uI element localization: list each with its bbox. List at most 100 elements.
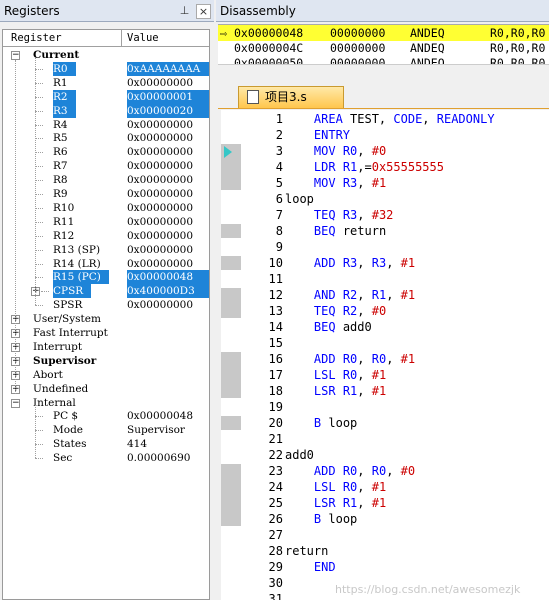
pin-icon[interactable]: ⊥ <box>178 4 191 17</box>
register-value: 0xAAAAAAAA <box>127 61 209 76</box>
code-line[interactable]: AREA TEST, CODE, READONLY <box>285 112 495 126</box>
disassembly-row[interactable]: 0x0000004C 00000000 ANDEQ R0,R0,R0 <box>218 40 549 56</box>
group-fast-interrupt[interactable]: Fast Interrupt + <box>3 326 209 340</box>
register-value: 0.00000690 <box>127 452 191 465</box>
line-number: 27 <box>268 528 283 542</box>
group-interrupt[interactable]: Interrupt + <box>3 340 209 354</box>
group-internal[interactable]: Internal − <box>3 396 209 410</box>
line-number: 20 <box>268 416 283 430</box>
tree-connector <box>35 180 43 182</box>
register-row[interactable]: SPSR 0x00000000 <box>3 298 209 312</box>
line-number: 28 <box>268 544 283 558</box>
expand-icon[interactable]: − <box>11 51 20 60</box>
group-current[interactable]: Current − <box>3 48 209 62</box>
column-register[interactable]: Register <box>11 30 62 46</box>
code-line[interactable]: ADD R0, R0, #0 <box>285 464 415 478</box>
register-row[interactable]: R4 0x00000000 <box>3 118 209 132</box>
breakpoint-gutter[interactable] <box>221 464 241 526</box>
tree-connector <box>35 152 43 154</box>
disassembly-addr: 0x00000048 <box>234 26 304 40</box>
code-line[interactable]: AND R2, R1, #1 <box>285 288 415 302</box>
code-line[interactable]: TEQ R2, #0 <box>285 304 386 318</box>
code-line[interactable]: MOV R3, #1 <box>285 176 386 190</box>
group-supervisor[interactable]: Supervisor + <box>3 354 209 368</box>
disassembly-scrollbar[interactable] <box>218 64 549 77</box>
disassembly-view[interactable]: ⇨ 0x00000048 00000000 ANDEQ R0,R0,R0 0x000000… <box>218 24 549 65</box>
column-value[interactable]: Value <box>127 30 159 46</box>
group-abort[interactable]: Abort + <box>3 368 209 382</box>
register-row[interactable]: R0 0xAAAAAAAA <box>3 61 209 76</box>
breakpoint-gutter[interactable] <box>221 224 241 238</box>
code-line[interactable]: TEQ R3, #32 <box>285 208 394 222</box>
register-row[interactable]: R5 0x00000000 <box>3 131 209 145</box>
breakpoint-gutter[interactable] <box>221 256 241 270</box>
expand-icon[interactable]: − <box>11 398 20 408</box>
group-user-system[interactable]: User/System + <box>3 312 209 326</box>
line-number: 19 <box>268 400 283 414</box>
code-line[interactable]: MOV R0, #0 <box>285 144 386 158</box>
register-row[interactable]: R8 0x00000000 <box>3 173 209 187</box>
tree-connector <box>35 249 43 251</box>
code-editor[interactable]: 1 AREA TEST, CODE, READONLY 2 ENTRY 3 MOV … <box>221 110 549 600</box>
line-number: 24 <box>268 480 283 494</box>
register-row[interactable]: R9 0x00000000 <box>3 187 209 201</box>
register-row[interactable]: R15 (PC) 0x00000048 <box>3 270 209 285</box>
line-number: 23 <box>268 464 283 478</box>
registers-tree[interactable]: Register Value Current − R0 0xAAAAAAAA R1 0x0… <box>2 29 210 600</box>
register-row[interactable]: Mode Supervisor <box>3 423 209 437</box>
register-row[interactable]: R7 0x00000000 <box>3 159 209 173</box>
register-name: R3 <box>53 103 76 118</box>
register-value: 0x00000048 <box>127 410 194 423</box>
code-line[interactable]: loop <box>285 192 314 206</box>
code-line[interactable]: ENTRY <box>285 128 350 142</box>
tab-project3[interactable]: 项目3.s <box>238 86 344 108</box>
code-line[interactable]: LSR R1, #1 <box>285 384 386 398</box>
code-line[interactable]: LSL R0, #1 <box>285 480 386 494</box>
line-number: 13 <box>268 304 283 318</box>
code-line[interactable]: BEQ return <box>285 224 386 238</box>
register-name: R14 (LR) <box>53 257 101 270</box>
code-line[interactable]: LSL R0, #1 <box>285 368 386 382</box>
code-line[interactable]: ADD R3, R3, #1 <box>285 256 415 270</box>
disassembly-addr: 0x0000004C <box>234 41 304 55</box>
disassembly-code: 00000000 <box>330 26 386 40</box>
register-row[interactable]: States 414 <box>3 437 209 451</box>
register-row[interactable]: R6 0x00000000 <box>3 145 209 159</box>
close-registers-button[interactable]: × <box>196 4 211 19</box>
tree-connector <box>35 166 43 168</box>
register-row[interactable]: R2 0x00000001 <box>3 89 209 104</box>
register-row[interactable]: R10 0x00000000 <box>3 201 209 215</box>
code-line[interactable]: return <box>285 544 328 558</box>
breakpoint-gutter[interactable] <box>221 416 241 430</box>
register-row[interactable]: R11 0x00000000 <box>3 215 209 229</box>
register-value: 0x00000000 <box>127 174 194 187</box>
register-row[interactable]: R12 0x00000000 <box>3 229 209 243</box>
register-row[interactable]: R13 (SP) 0x00000000 <box>3 243 209 257</box>
register-name: R7 <box>53 160 68 173</box>
line-number: 17 <box>268 368 283 382</box>
register-name: Internal <box>33 396 76 409</box>
code-line[interactable]: B loop <box>285 512 357 526</box>
group-undefined[interactable]: Undefined + <box>3 382 209 396</box>
register-row[interactable]: Sec 0.00000690 <box>3 451 209 465</box>
breakpoint-gutter[interactable] <box>221 352 241 398</box>
line-number: 3 <box>275 144 283 158</box>
code-line[interactable]: LDR R1,=0x55555555 <box>285 160 444 174</box>
register-row[interactable]: PC $ 0x00000048 <box>3 409 209 423</box>
code-line[interactable]: BEQ add0 <box>285 320 372 334</box>
code-line[interactable]: END <box>285 560 336 574</box>
line-number: 10 <box>268 256 283 270</box>
code-line[interactable]: B loop <box>285 416 357 430</box>
register-value: 0x400000D3 <box>127 284 209 299</box>
register-row[interactable]: R14 (LR) 0x00000000 <box>3 257 209 271</box>
disassembly-row[interactable]: ⇨ 0x00000048 00000000 ANDEQ R0,R0,R0 <box>218 25 549 41</box>
code-line[interactable]: add0 <box>285 448 314 462</box>
code-line[interactable]: LSR R1, #1 <box>285 496 386 510</box>
breakpoint-gutter[interactable] <box>221 288 241 318</box>
register-row[interactable]: CPSR 0x400000D3 + <box>3 284 209 299</box>
register-value: 0x00000001 <box>127 89 209 104</box>
register-value: 414 <box>127 438 148 451</box>
code-line[interactable]: ADD R0, R0, #1 <box>285 352 415 366</box>
register-row[interactable]: R3 0x00000020 <box>3 103 209 118</box>
register-row[interactable]: R1 0x00000000 <box>3 76 209 90</box>
